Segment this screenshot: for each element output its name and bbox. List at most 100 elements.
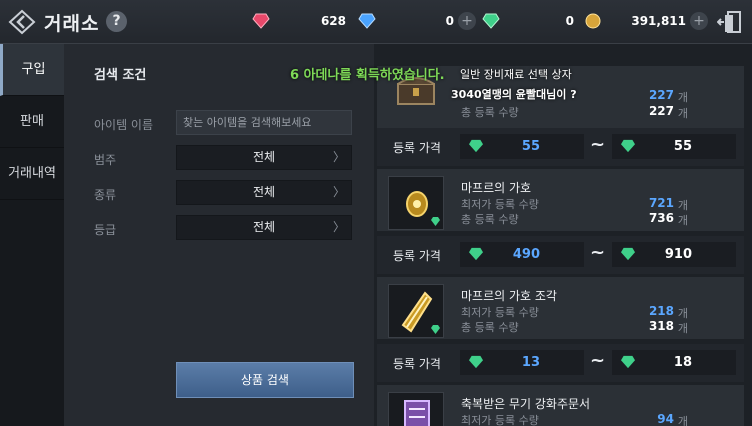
adena-count: 391,811 [631, 14, 686, 28]
price-high-value: 18 [673, 355, 692, 370]
green-gem-icon [431, 325, 440, 334]
page-title: 거래소 [44, 13, 100, 35]
add-blue-gem-button[interactable]: + [458, 12, 476, 30]
price-row: 등록 가격 490 ~ 910 [377, 236, 744, 274]
total-count-label: 총 등록 수량 [461, 106, 519, 119]
type-value: 전체 [252, 185, 276, 199]
total-count-label: 총 등록 수량 [461, 321, 519, 334]
price-low: 490 [460, 242, 584, 267]
chevron-right-icon: 〉 [332, 220, 345, 234]
lowest-count-label: 최저가 등록 수량 [461, 198, 539, 211]
price-high: 55 [612, 134, 736, 159]
green-gem-icon [621, 355, 635, 369]
unit-label: 개 [677, 322, 688, 335]
unit-label: 개 [677, 107, 688, 120]
lowest-count: 94 [657, 412, 674, 426]
price-low: 55 [460, 134, 584, 159]
lowest-count-label: 최저가 등록 수량 [461, 414, 539, 426]
green-gem-icon [469, 355, 483, 369]
price-high-value: 55 [673, 139, 692, 154]
scroll-icon [404, 400, 430, 426]
price-high: 910 [612, 242, 736, 267]
chevron-right-icon: 〉 [332, 185, 345, 199]
list-item[interactable]: 마프르의 가호 최저가 등록 수량 721 개 총 등록 수량 736 개 [377, 169, 744, 231]
lowest-count: 227 [648, 88, 674, 102]
green-gem-count: 0 [565, 14, 574, 28]
list-item[interactable]: 마프르의 가호 조각 최저가 등록 수량 218 개 총 등록 수량 318 개 [377, 277, 744, 339]
chevron-right-icon: 〉 [332, 150, 345, 164]
price-row: 등록 가격 13 ~ 18 [377, 344, 744, 382]
price-low: 13 [460, 350, 584, 375]
category-select[interactable]: 전체 〉 [176, 145, 352, 170]
lowest-count: 721 [648, 196, 674, 210]
price-high-value: 910 [664, 247, 692, 262]
price-label: 등록 가격 [393, 141, 441, 155]
currency-red-gem: 628 [252, 11, 346, 32]
price-row: 등록 가격 55 ~ 55 [377, 128, 744, 166]
item-name-input[interactable] [176, 110, 352, 135]
exit-icon[interactable] [717, 9, 743, 35]
grade-select[interactable]: 전체 〉 [176, 215, 352, 240]
unit-label: 개 [677, 307, 688, 320]
price-label: 등록 가격 [393, 357, 441, 371]
category-value: 전체 [252, 150, 276, 164]
total-count: 227 [648, 104, 674, 118]
range-separator: ~ [590, 134, 606, 155]
currency-blue-gem: 0 + [358, 11, 476, 32]
back-icon[interactable] [8, 9, 36, 35]
grade-label: 등급 [94, 223, 117, 237]
price-low-value: 13 [521, 355, 540, 370]
blue-gem-icon [358, 13, 376, 29]
acquire-notification: 6 아데나를 획득하였습니다. [290, 68, 445, 83]
green-gem-icon [621, 247, 635, 261]
tab-sell[interactable]: 판매 [0, 96, 64, 148]
price-low-value: 490 [512, 247, 540, 262]
side-tabs: 구입 판매 거래내역 [0, 44, 64, 426]
currency-green-gem: 0 [482, 11, 574, 32]
type-label: 종류 [94, 188, 117, 202]
total-count: 736 [648, 211, 674, 225]
price-high: 18 [612, 350, 736, 375]
search-button[interactable]: 상품 검색 [176, 362, 354, 398]
adena-coin-icon [585, 13, 601, 29]
grade-value: 전체 [252, 220, 276, 234]
item-name-label: 아이템 이름 [94, 118, 154, 132]
red-gem-icon [252, 13, 270, 29]
green-gem-icon [431, 217, 440, 226]
tab-buy[interactable]: 구입 [0, 44, 64, 96]
help-button[interactable]: ? [106, 11, 127, 32]
lowest-count-label: 최저가 등록 수량 [461, 306, 539, 319]
price-low-value: 55 [521, 139, 540, 154]
total-count: 318 [648, 319, 674, 333]
green-gem-icon [621, 139, 635, 153]
unit-label: 개 [677, 91, 688, 104]
range-separator: ~ [590, 350, 606, 371]
currency-adena: 391,811 + [584, 11, 708, 32]
total-count-label: 총 등록 수량 [461, 213, 519, 226]
red-gem-count: 628 [320, 14, 346, 28]
item-thumbnail [388, 176, 444, 230]
acquired-item-name: 일반 장비재료 선택 상자 [460, 68, 572, 81]
green-gem-icon [469, 247, 483, 261]
green-gem-icon [482, 13, 500, 29]
add-adena-button[interactable]: + [690, 12, 708, 30]
lowest-count: 218 [648, 304, 674, 318]
category-label: 범주 [94, 153, 117, 167]
item-name: 마프르의 가호 조각 [461, 289, 557, 303]
item-thumbnail [388, 284, 444, 338]
blue-gem-count: 0 [445, 14, 454, 28]
list-item[interactable]: 축복받은 무기 강화주문서 최저가 등록 수량 94 개 [377, 385, 744, 426]
search-panel-title: 검색 조건 [94, 68, 147, 83]
search-panel: 검색 조건 아이템 이름 범주 전체 〉 종류 전체 〉 등급 전체 〉 상품 … [64, 44, 374, 426]
top-bar: 거래소 ? 628 0 + 0 391,811 + [0, 0, 752, 44]
tab-history[interactable]: 거래내역 [0, 148, 64, 200]
item-thumbnail [388, 392, 444, 426]
type-select[interactable]: 전체 〉 [176, 180, 352, 205]
player-notification: 3040열맹의 윤빨대님이 ? [451, 88, 577, 101]
unit-label: 개 [677, 214, 688, 227]
price-label: 등록 가격 [393, 249, 441, 263]
item-name: 마프르의 가호 [461, 181, 532, 195]
range-separator: ~ [590, 242, 606, 263]
unit-label: 개 [677, 199, 688, 212]
green-gem-icon [469, 139, 483, 153]
